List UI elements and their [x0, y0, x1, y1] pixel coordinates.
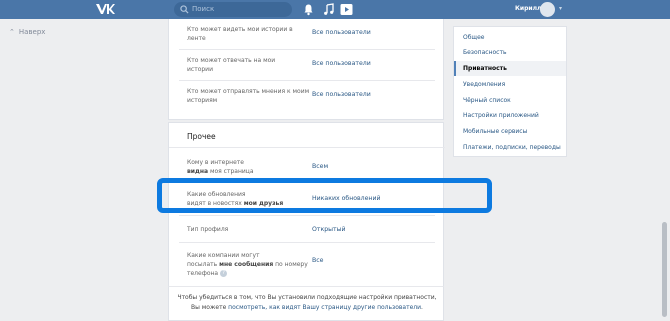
divider — [179, 80, 435, 81]
divider — [179, 49, 435, 50]
label-bold: мне сообщения — [219, 261, 274, 268]
music-icon[interactable] — [322, 3, 335, 16]
view-as-others-link[interactable]: посмотреть, как видят Вашу страницу друг… — [228, 304, 421, 311]
label-bold: видна — [187, 168, 209, 175]
menu-item-payments[interactable]: Платежи, подписки, переводы — [454, 140, 566, 155]
menu-item-notifications[interactable]: Уведомления — [454, 77, 566, 92]
label-rest: моя страница — [208, 168, 254, 175]
stories-reply-value[interactable]: Все пользователи — [312, 59, 371, 68]
search-placeholder: Поиск — [192, 5, 215, 13]
divider — [169, 147, 445, 148]
stories-view-label: Кто может видеть мои истории в ленте — [187, 26, 293, 42]
stories-opinions-value[interactable]: Все пользователи — [312, 90, 371, 99]
settings-menu: Общее Безопасность Приватность Уведомлен… — [453, 26, 567, 157]
divider — [179, 215, 435, 216]
stories-privacy-card: Кто может видеть мои истории в ленте Все… — [168, 19, 444, 120]
label-line: телефона — [187, 270, 219, 277]
stories-opinions-label: Кто может отправлять мнения к моим истор… — [187, 88, 310, 104]
chevron-up-icon: ⌃ — [9, 28, 15, 36]
section-title: Прочее — [187, 132, 216, 141]
profile-type-label: Тип профиля — [187, 226, 229, 233]
back-to-top-link[interactable]: ⌃ Наверх — [9, 27, 45, 37]
online-visibility-value[interactable]: Всем — [312, 162, 328, 171]
note-line: Вы можете — [191, 304, 229, 311]
note-line: Чтобы убедиться в том, что Вы установили… — [177, 294, 437, 301]
search-icon — [180, 5, 189, 14]
divider — [179, 242, 435, 243]
avatar[interactable] — [540, 2, 555, 17]
scrollbar[interactable] — [662, 222, 667, 317]
highlight-box — [157, 178, 492, 213]
bell-icon[interactable] — [302, 3, 315, 16]
privacy-note-text: Чтобы убедиться в том, что Вы установили… — [169, 293, 445, 313]
menu-item-blacklist[interactable]: Чёрный список — [454, 93, 566, 108]
menu-item-app-settings[interactable]: Настройки приложений — [454, 108, 566, 123]
stories-reply-label: Кто может отвечать на мои истории — [187, 57, 276, 73]
menu-item-security[interactable]: Безопасность — [454, 45, 566, 60]
note-line: . — [421, 304, 423, 311]
search-input[interactable]: Поиск — [174, 2, 292, 17]
online-visibility-label: Кому в интернете видна моя страница — [187, 158, 307, 176]
label-rest: посылать — [187, 261, 220, 268]
back-to-top-label: Наверх — [18, 28, 46, 36]
menu-item-general[interactable]: Общее — [454, 30, 566, 45]
label-line: Кому в интернете — [187, 159, 244, 166]
label-tail: по номеру — [273, 261, 308, 268]
label-line: Какие компании могут — [187, 252, 260, 259]
menu-item-mobile[interactable]: Мобильные сервисы — [454, 124, 566, 139]
profile-type-value[interactable]: Открытый — [312, 225, 346, 234]
chevron-down-icon[interactable]: ▾ — [559, 5, 562, 13]
vk-logo-icon[interactable] — [94, 2, 116, 17]
stories-view-value[interactable]: Все пользователи — [312, 28, 371, 37]
company-messages-label: Какие компании могут посылать мне сообще… — [187, 251, 312, 278]
company-messages-value[interactable]: Все — [312, 256, 323, 265]
menu-item-privacy[interactable]: Приватность — [454, 61, 566, 76]
top-bar: Поиск Кирилл ▾ — [0, 0, 670, 19]
help-icon[interactable]: ? — [220, 270, 228, 277]
user-name[interactable]: Кирилл — [515, 4, 541, 14]
play-icon[interactable] — [340, 3, 353, 16]
privacy-note: Чтобы убедиться в том, что Вы установили… — [168, 286, 444, 321]
